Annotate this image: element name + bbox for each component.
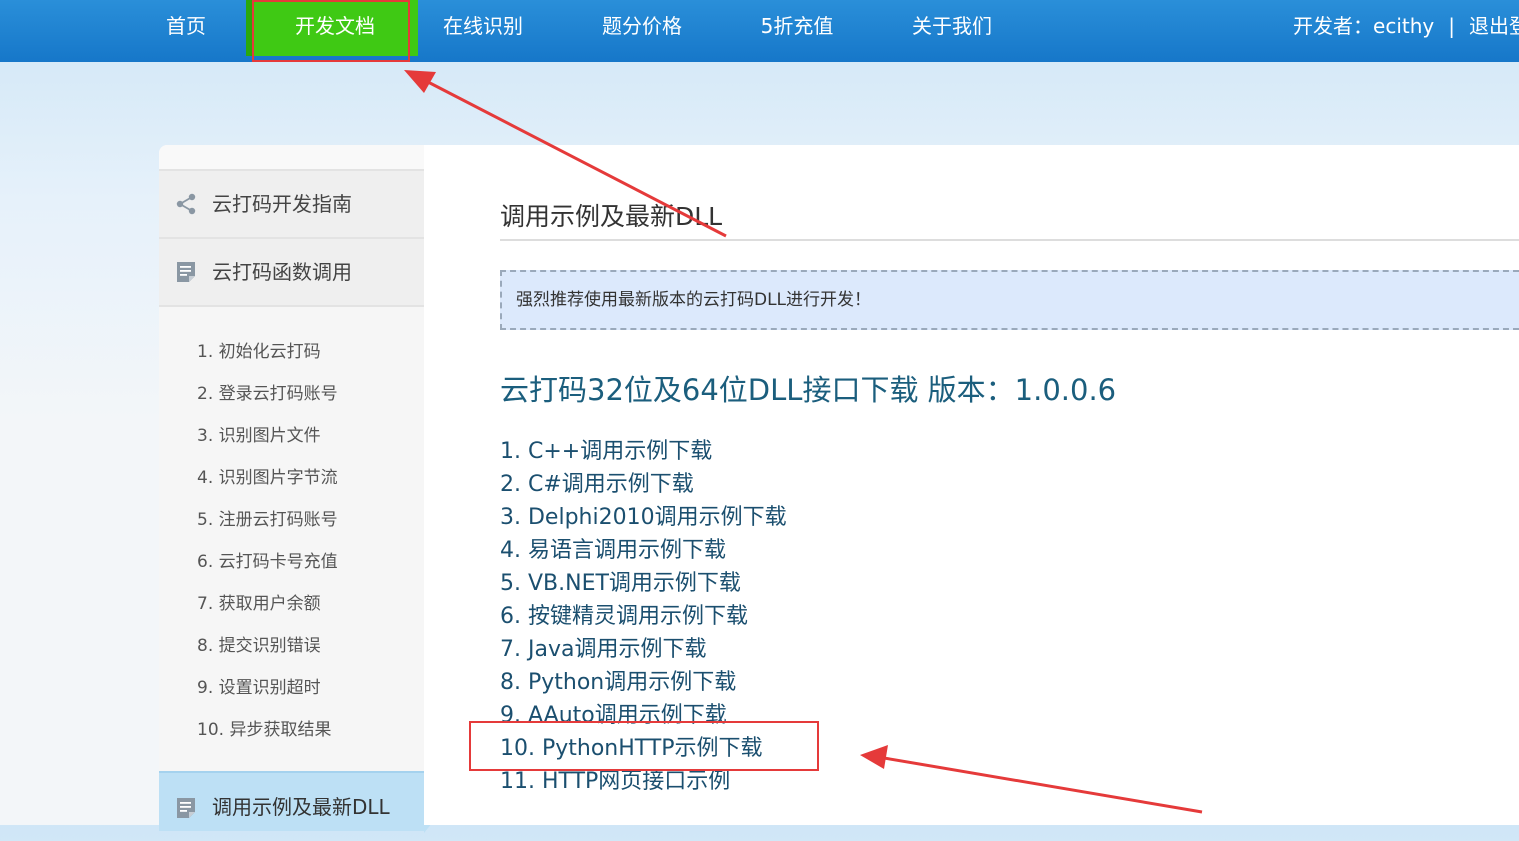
annotation-arrows bbox=[404, 70, 1203, 814]
arrow-line-top bbox=[427, 80, 727, 238]
arrow-head-top bbox=[404, 70, 436, 93]
arrow-head-bottom bbox=[860, 745, 888, 769]
arrow-line-bottom bbox=[883, 756, 1203, 814]
